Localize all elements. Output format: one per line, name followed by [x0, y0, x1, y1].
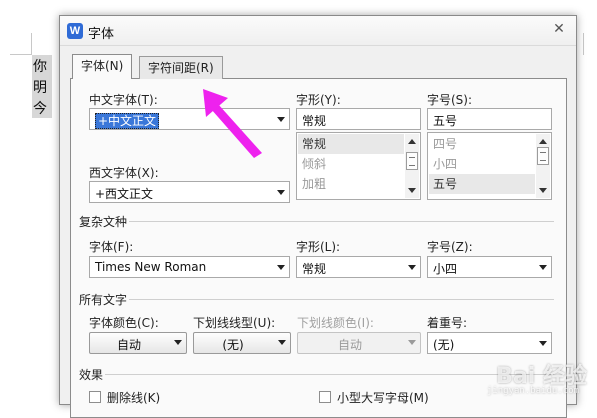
document-text[interactable]: 你	[33, 56, 47, 76]
underline-type-value: (无)	[194, 336, 272, 353]
complex-size-value: 小四	[433, 260, 457, 277]
watermark-url: jingyan.baidu.com	[487, 386, 579, 396]
scroll-up-icon[interactable]	[539, 139, 547, 144]
close-button[interactable]: ✕	[548, 19, 570, 39]
complex-script-group-title: 复杂文种	[79, 213, 127, 230]
chevron-down-icon	[276, 262, 286, 274]
chevron-down-icon	[407, 262, 417, 274]
chevron-down-icon	[276, 187, 286, 199]
all-text-group-title: 所有文字	[79, 291, 127, 308]
small-caps-label: 小型大写字母(M)	[337, 389, 429, 406]
scroll-down-icon[interactable]	[539, 188, 547, 193]
size-listbox[interactable]: 四号 小四 五号	[427, 132, 552, 200]
scroll-thumb[interactable]	[406, 152, 418, 170]
font-tab-panel: 中文字体(T): +中文正文 西文字体(X): +西文正文 字形(Y): 常规 …	[70, 78, 567, 418]
margin-guide	[31, 33, 32, 55]
style-input[interactable]: 常规	[296, 108, 421, 130]
font-color-dropdown[interactable]: 自动	[89, 332, 187, 354]
group-divider	[129, 221, 554, 222]
complex-font-select[interactable]: Times New Roman	[89, 256, 290, 278]
scrollbar[interactable]	[536, 134, 550, 198]
emphasis-value: (无)	[433, 336, 454, 353]
size-input[interactable]: 五号	[427, 108, 552, 130]
margin-guide	[583, 33, 584, 55]
dialog-title: 字体	[88, 23, 114, 42]
emphasis-label: 着重号:	[427, 314, 467, 331]
chevron-down-icon	[276, 114, 286, 126]
effects-group-title: 效果	[79, 366, 103, 383]
document-text[interactable]: 明	[33, 77, 47, 97]
complex-style-select[interactable]: 常规	[296, 256, 421, 278]
complex-font-label: 字体(F):	[89, 238, 133, 255]
complex-style-label: 字形(L):	[296, 238, 340, 255]
group-divider	[129, 299, 554, 300]
list-item[interactable]: 五号	[429, 174, 535, 194]
font-dialog: W 字体 ✕ 字体(N) 字符间距(R) 中文字体(T): +中文正文 西文字体…	[59, 15, 577, 405]
strikethrough-label: 删除线(K)	[107, 389, 160, 406]
list-item[interactable]: 四号	[429, 134, 535, 154]
chinese-font-label: 中文字体(T):	[89, 91, 158, 108]
chinese-font-select[interactable]: +中文正文	[89, 108, 290, 130]
style-value: 常规	[302, 112, 326, 129]
complex-size-label: 字号(Z):	[427, 238, 473, 255]
font-color-value: 自动	[90, 336, 168, 353]
scroll-thumb[interactable]	[537, 147, 549, 165]
style-label: 字形(Y):	[296, 91, 341, 108]
font-color-label: 字体颜色(C):	[89, 314, 159, 331]
chevron-down-icon	[538, 262, 548, 274]
tab-font[interactable]: 字体(N)	[72, 54, 132, 79]
strikethrough-checkbox[interactable]	[89, 391, 101, 403]
chinese-font-value: +中文正文	[95, 113, 159, 129]
emphasis-select[interactable]: (无)	[427, 332, 552, 354]
chevron-down-icon	[278, 340, 286, 345]
margin-guide	[10, 54, 32, 55]
scroll-up-icon[interactable]	[408, 139, 416, 144]
western-font-value: +西文正文	[95, 185, 153, 202]
complex-font-value: Times New Roman	[95, 260, 206, 274]
wps-writer-icon: W	[67, 23, 83, 39]
document-text[interactable]: 今	[33, 98, 47, 118]
list-item[interactable]: 常规	[298, 134, 404, 154]
scroll-down-icon[interactable]	[408, 188, 416, 193]
chevron-down-icon	[174, 340, 182, 345]
western-font-label: 西文字体(X):	[89, 164, 159, 181]
list-item[interactable]: 加粗	[298, 174, 404, 194]
dialog-titlebar[interactable]: W 字体 ✕	[60, 16, 576, 46]
underline-type-dropdown[interactable]: (无)	[193, 332, 291, 354]
underline-color-dropdown: 自动	[297, 332, 421, 354]
tab-character-spacing[interactable]: 字符间距(R)	[139, 56, 223, 79]
scrollbar[interactable]	[405, 134, 419, 198]
list-item[interactable]: 小四	[429, 154, 535, 174]
western-font-select[interactable]: +西文正文	[89, 181, 290, 203]
group-divider	[105, 374, 554, 375]
complex-style-value: 常规	[302, 260, 326, 277]
underline-type-label: 下划线线型(U):	[193, 314, 275, 331]
list-item[interactable]: 倾斜	[298, 154, 404, 174]
style-listbox[interactable]: 常规 倾斜 加粗	[296, 132, 421, 200]
complex-size-select[interactable]: 小四	[427, 256, 552, 278]
size-label: 字号(S):	[427, 91, 472, 108]
small-caps-checkbox[interactable]	[319, 391, 331, 403]
underline-color-label: 下划线颜色(I):	[297, 314, 374, 331]
size-value: 五号	[433, 112, 457, 129]
chevron-down-icon	[538, 338, 548, 350]
underline-color-value: 自动	[298, 336, 402, 353]
chevron-down-icon	[408, 340, 416, 345]
